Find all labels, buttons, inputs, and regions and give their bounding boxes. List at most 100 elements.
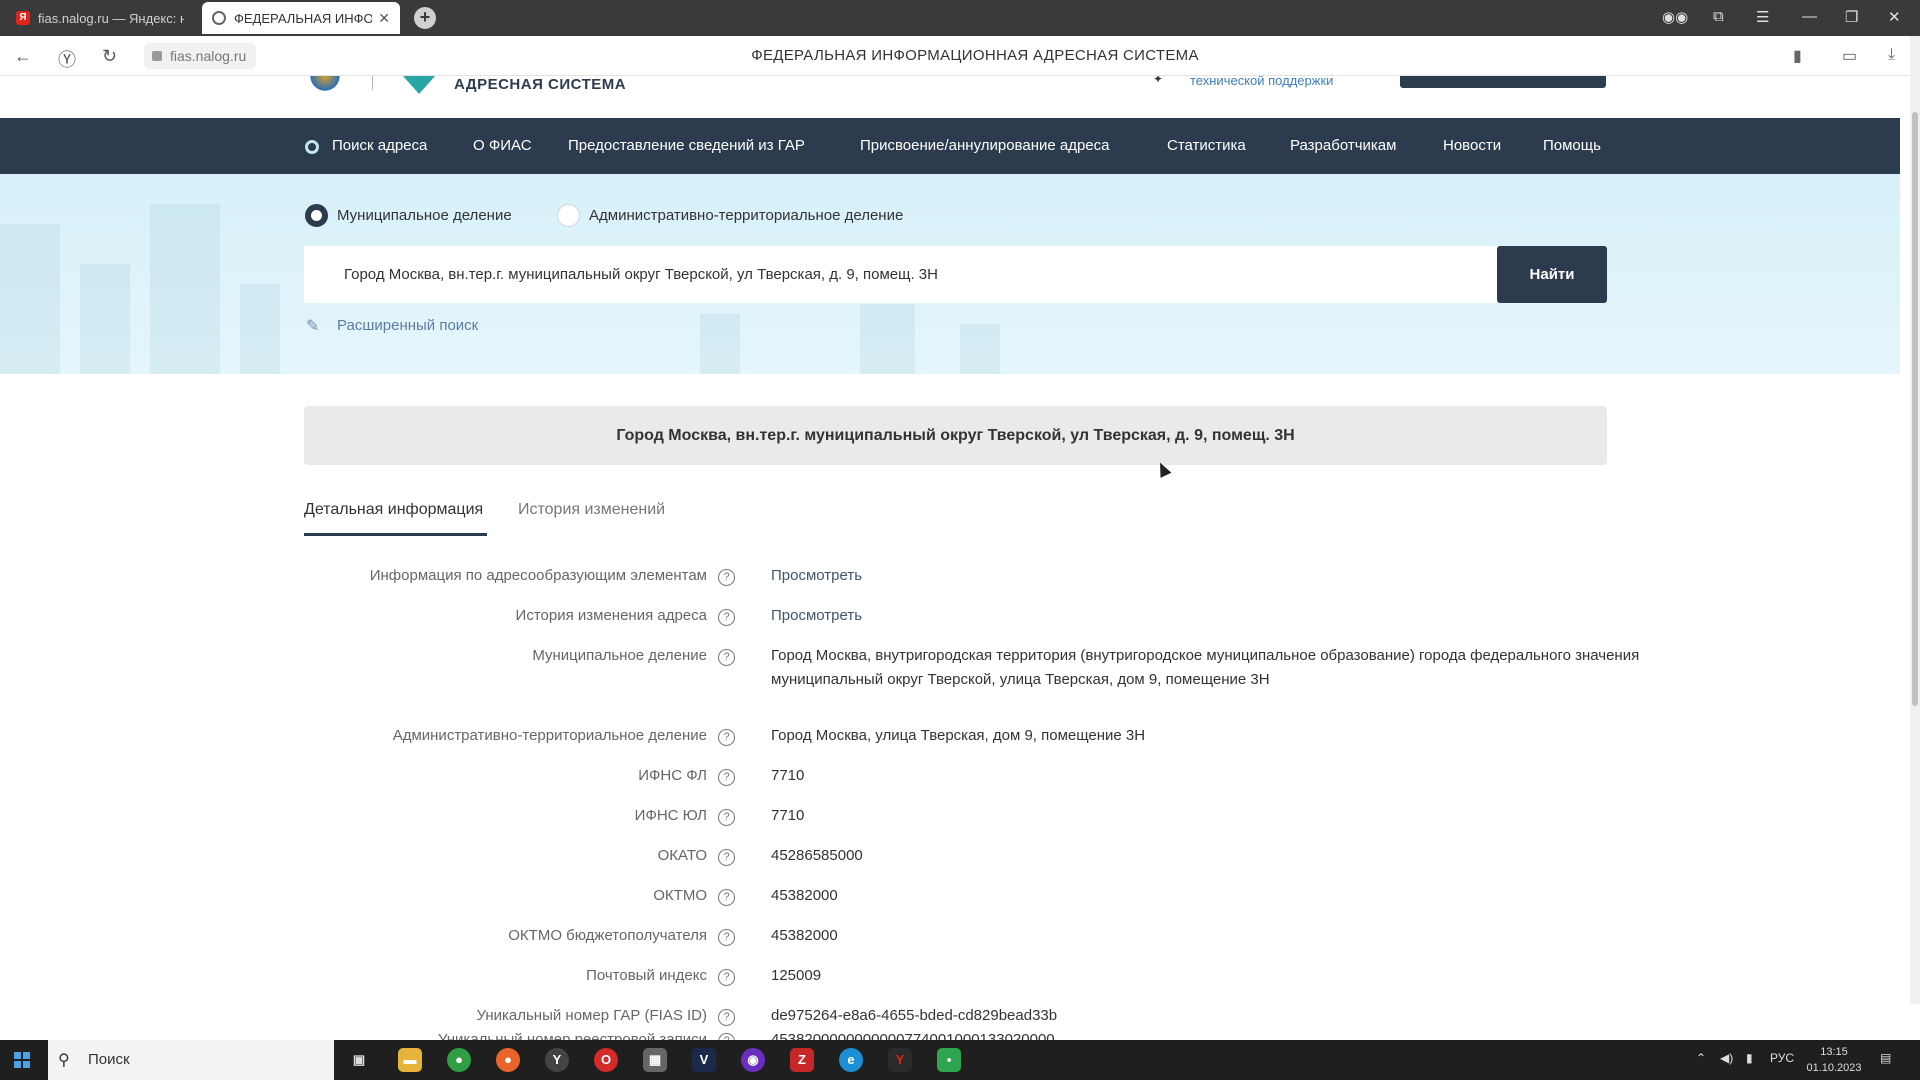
detail-value: Город Москва, улица Тверская, дом 9, пом… <box>771 727 1146 744</box>
magic-wand-icon[interactable]: ✎ <box>306 316 319 336</box>
background-building <box>960 324 1000 374</box>
close-tab-icon[interactable]: ✕ <box>378 10 390 27</box>
help-icon[interactable]: ? <box>718 649 735 666</box>
keyboard-language[interactable]: РУС <box>1770 1051 1794 1065</box>
app-v-icon[interactable]: V <box>692 1048 716 1072</box>
detail-value: 7710 <box>771 807 805 824</box>
help-icon[interactable]: ? <box>718 569 735 586</box>
radio-municipal[interactable] <box>305 204 328 227</box>
new-tab-button[interactable]: + <box>414 7 436 29</box>
help-icon[interactable]: ? <box>718 809 735 826</box>
help-icon[interactable]: ? <box>718 969 735 986</box>
view-history-link[interactable]: Просмотреть <box>771 604 1651 628</box>
nav-item-gar[interactable]: Предоставление сведений из ГАР <box>568 118 805 174</box>
radio-admin-label[interactable]: Административно-территориальное деление <box>589 207 903 224</box>
messenger-icon[interactable]: ◉ <box>741 1048 765 1072</box>
login-button[interactable] <box>1400 76 1606 88</box>
windows-start-icon[interactable] <box>14 1052 30 1068</box>
opera-icon[interactable]: O <box>594 1048 618 1072</box>
bookmark-icon[interactable]: ▮ <box>1793 46 1802 66</box>
background-building <box>240 284 280 374</box>
windows-taskbar: ⚲ Поиск ▣ ▬ ● ● Y O ▦ V ◉ Z e Y ▪ ⌃ ◀) ▮… <box>0 1040 1920 1080</box>
address-search-input[interactable] <box>304 246 1498 303</box>
help-icon[interactable]: ? <box>718 889 735 906</box>
detail-label: ИФНС ЮЛ <box>634 807 707 824</box>
help-icon[interactable]: ? <box>718 1033 735 1040</box>
tab-detailed-info[interactable]: Детальная информация <box>304 501 483 519</box>
edge-icon[interactable]: e <box>839 1048 863 1072</box>
yandex-icon: Я <box>16 11 30 25</box>
support-icon: ✦ <box>1153 76 1164 86</box>
download-icon[interactable]: ⤓ <box>1888 46 1895 64</box>
browser-tab-fias[interactable]: ФЕДЕРАЛЬНАЯ ИНФОР ✕ <box>202 2 400 34</box>
detail-label: ОКТМО бюджетополучателя <box>508 927 707 944</box>
main-nav: Поиск адреса О ФИАС Предоставление сведе… <box>0 118 1900 174</box>
close-window-icon[interactable]: ✕ <box>1888 8 1901 26</box>
emblem-logo <box>306 76 344 94</box>
help-icon[interactable]: ? <box>718 1009 735 1026</box>
browser-tab-yandex[interactable]: Я fias.nalog.ru — Яндекс: на <box>6 2 194 34</box>
volume-icon[interactable]: ◀) <box>1720 1051 1733 1065</box>
scrollbar-thumb[interactable] <box>1912 112 1918 706</box>
site-header: АДРЕСНАЯ СИСТЕМА ✦ технической поддержки <box>0 76 1900 118</box>
background-building <box>700 314 740 374</box>
page-scrollbar[interactable] <box>1910 36 1920 1004</box>
detail-label: Уникальный номер реестровой записи <box>437 1031 707 1040</box>
tab-change-history[interactable]: История изменений <box>518 501 665 519</box>
clock-time: 13:15 <box>1820 1046 1848 1058</box>
background-building <box>150 204 220 374</box>
nav-item-assignment[interactable]: Присвоение/аннулирование адреса <box>860 118 1110 174</box>
minimize-icon[interactable]: — <box>1802 8 1817 25</box>
tab-title: ФЕДЕРАЛЬНАЯ ИНФОР <box>234 10 373 26</box>
menu-icon[interactable]: ☰ <box>1756 8 1769 26</box>
help-icon[interactable]: ? <box>718 609 735 626</box>
background-building <box>860 304 915 374</box>
detail-value: de975264-e8a6-4655-bded-cd829bead33b <box>771 1007 1058 1024</box>
nav-item-search[interactable]: Поиск адреса <box>332 118 427 174</box>
find-button[interactable]: Найти <box>1497 246 1607 303</box>
radio-admin[interactable] <box>557 204 580 227</box>
help-icon[interactable]: ? <box>718 769 735 786</box>
address-bar: ← Ⓨ ↻ fias.nalog.ru ФЕДЕРАЛЬНАЯ ИНФОРМАЦ… <box>0 36 1920 76</box>
yandex-browser-icon[interactable]: Y <box>545 1048 569 1072</box>
chrome-icon[interactable]: ● <box>447 1048 471 1072</box>
tray-chevron-icon[interactable]: ⌃ <box>1696 1051 1706 1065</box>
firefox-icon[interactable]: ● <box>496 1048 520 1072</box>
task-view-icon[interactable]: ▣ <box>347 1048 371 1072</box>
page-title: ФЕДЕРАЛЬНАЯ ИНФОРМАЦИОННАЯ АДРЕСНАЯ СИСТ… <box>751 47 1199 64</box>
system-clock[interactable]: 13:15 01.10.2023 <box>1806 1044 1862 1076</box>
detail-label: История изменения адреса <box>515 607 707 624</box>
detail-label: ОКТМО <box>653 887 707 904</box>
help-icon[interactable]: ? <box>718 729 735 746</box>
detail-value: 45382000 <box>771 927 838 944</box>
filezilla-icon[interactable]: Z <box>790 1048 814 1072</box>
search-icon: ⚲ <box>58 1052 70 1069</box>
reader-mode-icon[interactable]: ◉◉ <box>1662 8 1688 26</box>
view-elements-link[interactable]: Просмотреть <box>771 564 1651 588</box>
nav-item-developers[interactable]: Разработчикам <box>1290 118 1396 174</box>
support-link[interactable]: технической поддержки <box>1190 76 1333 88</box>
tabs-icon[interactable]: ⧉ <box>1713 8 1724 25</box>
nav-item-about[interactable]: О ФИАС <box>473 118 532 174</box>
notifications-icon[interactable]: ▤ <box>1880 1051 1891 1065</box>
advanced-search-link[interactable]: Расширенный поиск <box>337 317 478 334</box>
search-panel: Муниципальное деление Административно-те… <box>0 174 1900 374</box>
nav-item-news[interactable]: Новости <box>1443 118 1501 174</box>
result-address-banner: Город Москва, вн.тер.г. муниципальный ок… <box>304 406 1607 465</box>
taskbar-search[interactable]: ⚲ Поиск <box>48 1040 334 1080</box>
yandex-icon[interactable]: Y <box>888 1048 912 1072</box>
help-icon[interactable]: ? <box>718 849 735 866</box>
nav-item-statistics[interactable]: Статистика <box>1167 118 1246 174</box>
detail-label: ИФНС ФЛ <box>638 767 707 784</box>
nav-item-help[interactable]: Помощь <box>1543 118 1601 174</box>
file-explorer-icon[interactable]: ▬ <box>398 1048 422 1072</box>
microphone-icon[interactable]: ▮ <box>1746 1051 1753 1065</box>
detail-value: 45286585000 <box>771 847 863 864</box>
help-icon[interactable]: ? <box>718 929 735 946</box>
detail-label: Муниципальное деление <box>532 647 707 664</box>
calendar-icon[interactable]: ▦ <box>643 1048 667 1072</box>
restore-icon[interactable]: ❐ <box>1845 8 1858 26</box>
tab-title: fias.nalog.ru — Яндекс: на <box>38 10 184 26</box>
radio-municipal-label[interactable]: Муниципальное деление <box>337 207 512 224</box>
app-green-icon[interactable]: ▪ <box>937 1048 961 1072</box>
